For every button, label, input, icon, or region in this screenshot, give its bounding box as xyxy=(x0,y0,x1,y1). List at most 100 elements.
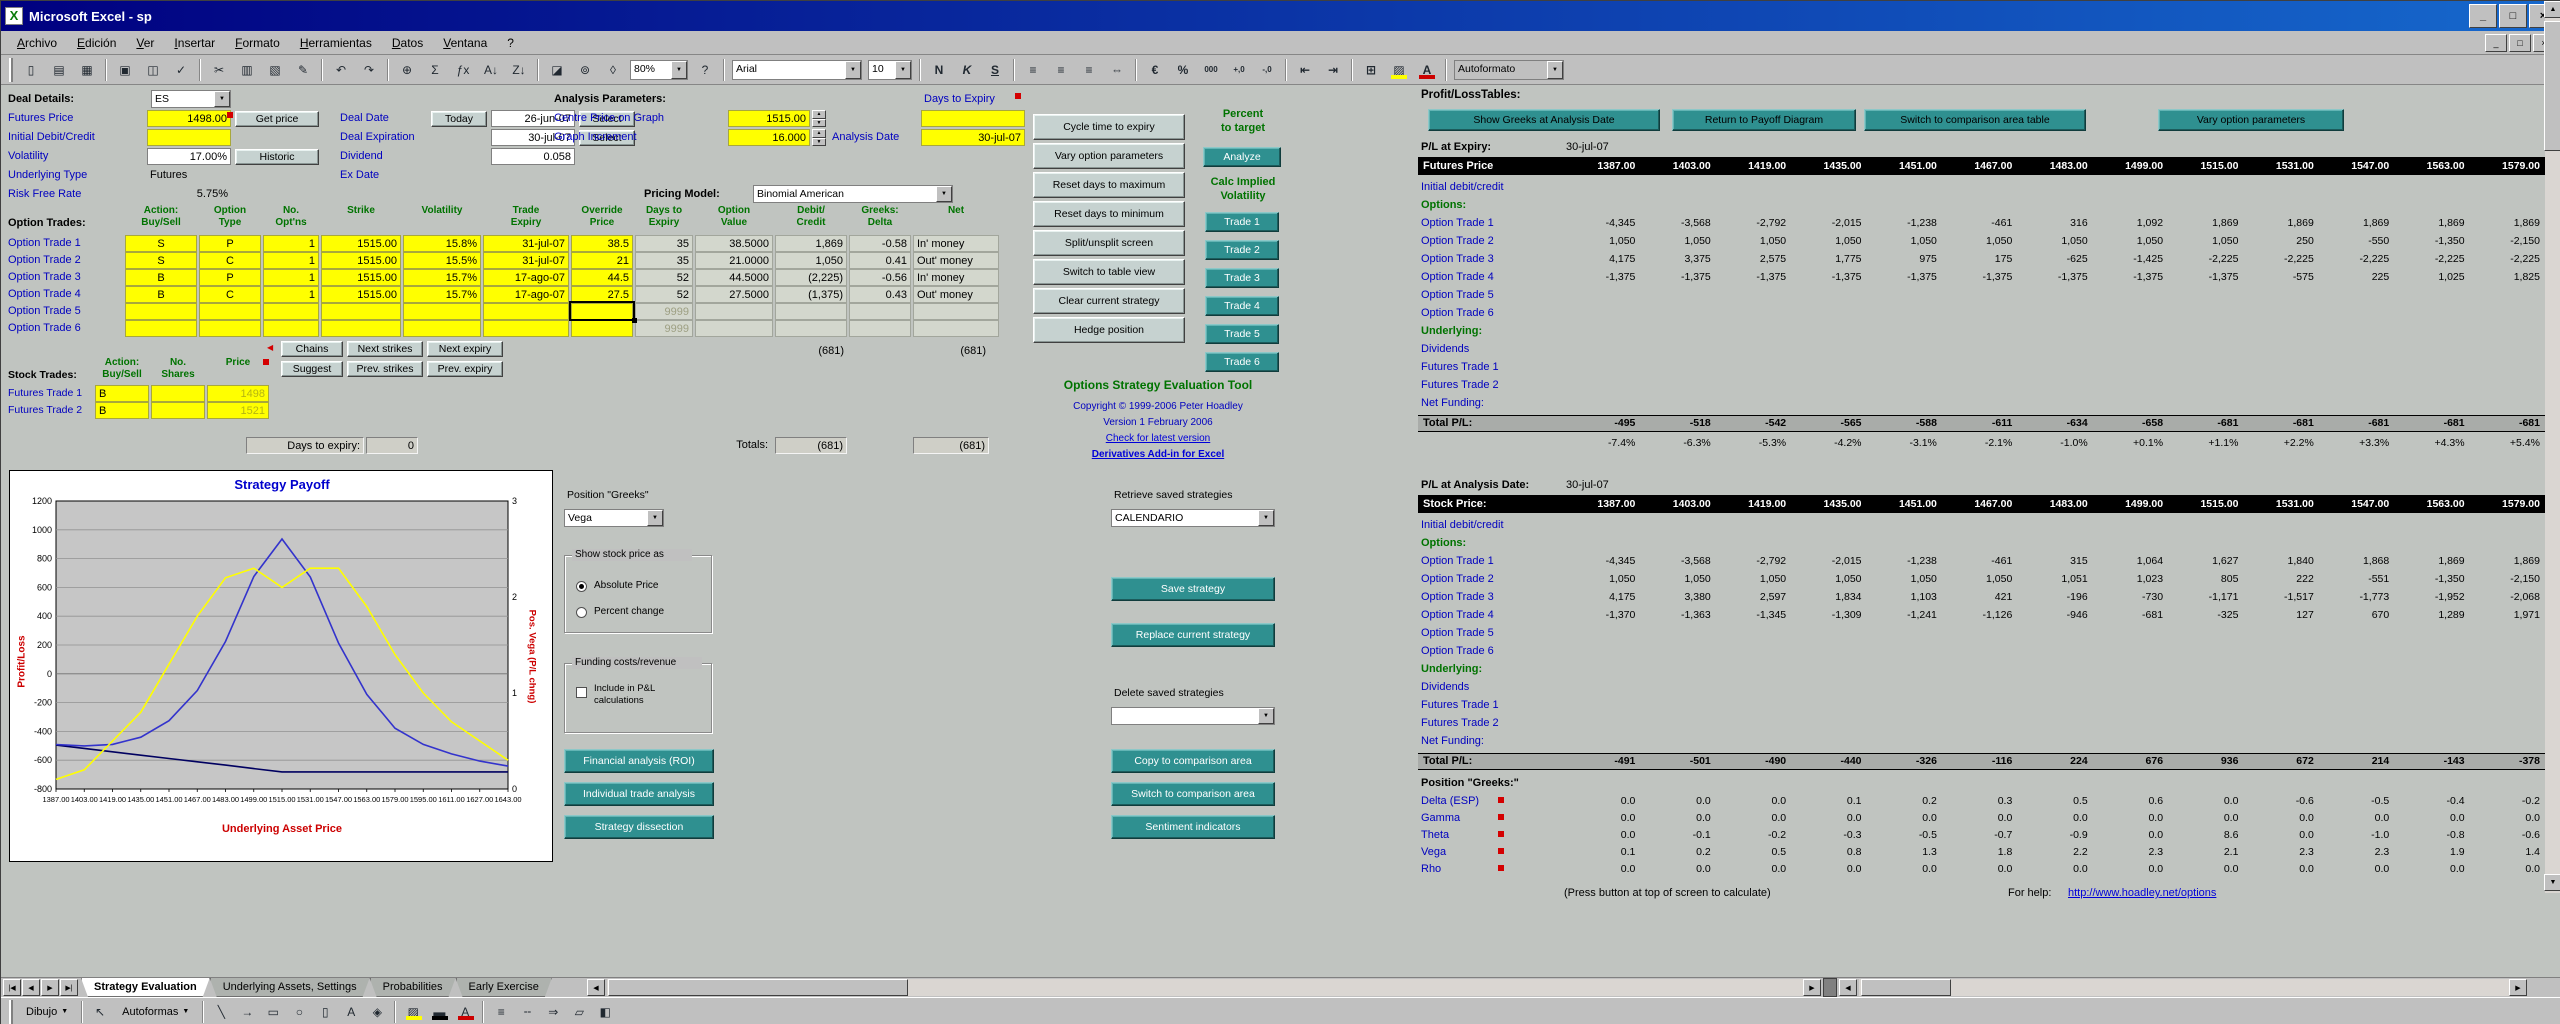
decrease-decimal-button[interactable]: -,0 xyxy=(1254,58,1280,82)
dibujo-menu-button[interactable]: Dibujo▼ xyxy=(17,1001,77,1023)
trade-cell-type[interactable]: C xyxy=(199,286,261,303)
map-icon[interactable]: ⊚ xyxy=(572,58,598,82)
rectangle-icon[interactable]: ▭ xyxy=(261,1001,285,1023)
borders-button[interactable]: ⊞ xyxy=(1358,58,1384,82)
align-right-button[interactable]: ≡ xyxy=(1076,58,1102,82)
deal-symbol-select[interactable]: ES▼ xyxy=(151,90,231,108)
toolbar-handle[interactable] xyxy=(9,58,13,82)
stock-cell-shares[interactable] xyxy=(151,402,205,419)
redo-icon[interactable]: ↷ xyxy=(356,58,382,82)
initial-debit-cell[interactable] xyxy=(147,129,231,146)
fill-color-icon[interactable]: ▨ xyxy=(401,1001,425,1023)
dropdown-arrow-icon[interactable]: ▼ xyxy=(647,510,663,526)
sheet-tab-underlying-assets-settings[interactable]: Underlying Assets, Settings xyxy=(210,978,370,997)
vary-option-parameters-button[interactable]: Vary option parameters xyxy=(2158,109,2344,131)
sentiment-indicators-button[interactable]: Sentiment indicators xyxy=(1111,815,1275,839)
spinner-control[interactable]: ▲▼ xyxy=(812,129,826,146)
undo-icon[interactable]: ↶ xyxy=(328,58,354,82)
trade-cell-num[interactable]: 1 xyxy=(263,252,319,269)
trade-cell-vol[interactable]: 15.7% xyxy=(403,269,481,286)
trade-cell-action[interactable]: B xyxy=(125,286,197,303)
trade-cell-type[interactable] xyxy=(199,320,261,337)
suggest-button[interactable]: Suggest xyxy=(281,361,343,377)
trade-cell-action[interactable]: S xyxy=(125,252,197,269)
trade-cell-num[interactable]: 1 xyxy=(263,235,319,252)
italic-button[interactable]: K xyxy=(954,58,980,82)
trade-cell-days[interactable]: 52 xyxy=(635,286,693,303)
font-color-icon[interactable]: A xyxy=(453,1001,477,1023)
line-icon[interactable]: ╲ xyxy=(209,1001,233,1023)
textbox-icon[interactable]: ▯ xyxy=(313,1001,337,1023)
trade-cell-vol[interactable] xyxy=(403,303,481,320)
trade-cell-days[interactable]: 52 xyxy=(635,269,693,286)
tab-last-button[interactable]: ▶| xyxy=(60,979,78,996)
zoom-select[interactable]: 80%▼ xyxy=(630,60,688,80)
copy-comparison-button[interactable]: Copy to comparison area xyxy=(1111,749,1275,773)
mid-button-5[interactable]: Switch to table view xyxy=(1033,259,1185,285)
days-to-expiry-cell[interactable] xyxy=(921,110,1025,127)
trade-cell-type[interactable] xyxy=(199,303,261,320)
shadow-icon[interactable]: ▱ xyxy=(567,1001,591,1023)
trade-cell-days[interactable]: 9999 xyxy=(635,320,693,337)
dropdown-arrow-icon[interactable]: ▼ xyxy=(895,61,911,79)
fill-color-button[interactable]: ▨ xyxy=(1386,58,1412,82)
percent-style-button[interactable]: % xyxy=(1170,58,1196,82)
vscroll-thumb[interactable] xyxy=(2544,21,2560,151)
trade-cell-greeks[interactable]: -0.58 xyxy=(849,235,911,252)
stock-cell-action[interactable]: B xyxy=(95,402,149,419)
dropdown-arrow-icon[interactable]: ▼ xyxy=(845,61,861,79)
line-color-icon[interactable]: ▬ xyxy=(427,1001,451,1023)
trade-cell-action[interactable] xyxy=(125,320,197,337)
dropdown-arrow-icon[interactable]: ▼ xyxy=(1258,708,1274,724)
autoformas-menu-button[interactable]: Autoformas▼ xyxy=(113,1001,198,1023)
trade-cell-greeks[interactable] xyxy=(849,320,911,337)
trade-cell-expiry[interactable]: 31-jul-07 xyxy=(483,252,569,269)
3d-icon[interactable]: ◧ xyxy=(593,1001,617,1023)
arrow-icon[interactable]: → xyxy=(235,1001,259,1023)
trade-5-button[interactable]: Trade 5 xyxy=(1205,324,1279,344)
line-style-icon[interactable]: ≡ xyxy=(489,1001,513,1023)
print-icon[interactable]: ▣ xyxy=(112,58,138,82)
vertical-scrollbar[interactable]: ▲▼ xyxy=(2545,1,2560,893)
minimize-button[interactable]: _ xyxy=(2469,4,2497,28)
spinner-down-icon[interactable]: ▼ xyxy=(812,119,826,128)
scroll-up-icon[interactable]: ▲ xyxy=(2544,1,2560,18)
chart-wizard-icon[interactable]: ◪ xyxy=(544,58,570,82)
wordart-icon[interactable]: A xyxy=(339,1001,363,1023)
dropdown-arrow-icon[interactable]: ▼ xyxy=(671,61,687,79)
hscroll2-track[interactable] xyxy=(1859,979,2509,996)
graph-increment-cell[interactable]: 16.000 xyxy=(728,129,810,146)
save-icon[interactable]: ▦ xyxy=(74,58,100,82)
trade-cell-vol[interactable]: 15.5% xyxy=(403,252,481,269)
scroll-down-icon[interactable]: ▼ xyxy=(2544,874,2560,891)
font-size-select[interactable]: 10▼ xyxy=(868,60,912,80)
comma-style-button[interactable]: 000 xyxy=(1198,58,1224,82)
dash-style-icon[interactable]: ╌ xyxy=(515,1001,539,1023)
mid-button-0[interactable]: Cycle time to expiry xyxy=(1033,114,1185,140)
derivatives-addin-link[interactable]: Derivatives Add-in for Excel xyxy=(1033,447,1283,461)
trade-cell-expiry[interactable]: 17-ago-07 xyxy=(483,269,569,286)
chains-button[interactable]: Chains xyxy=(281,341,343,357)
align-left-button[interactable]: ≡ xyxy=(1020,58,1046,82)
sheet-tab-probabilities[interactable]: Probabilities xyxy=(370,978,456,997)
replace-strategy-button[interactable]: Replace current strategy xyxy=(1111,623,1275,647)
trade-cell-days[interactable]: 35 xyxy=(635,235,693,252)
spinner-up-icon[interactable]: ▲ xyxy=(812,129,826,138)
stock-cell-action[interactable]: B xyxy=(95,385,149,402)
decrease-indent-button[interactable]: ⇤ xyxy=(1292,58,1318,82)
switch-comparison-table-button[interactable]: Switch to comparison area table xyxy=(1864,109,2086,131)
funding-checkbox[interactable] xyxy=(576,687,587,698)
trade-cell-num[interactable] xyxy=(263,303,319,320)
trade-cell-debit[interactable]: 1,050 xyxy=(775,252,847,269)
mid-button-6[interactable]: Clear current strategy xyxy=(1033,288,1185,314)
trade-cell-greeks[interactable]: 0.43 xyxy=(849,286,911,303)
open-file-icon[interactable]: ▤ xyxy=(46,58,72,82)
bold-button[interactable]: N xyxy=(926,58,952,82)
spinner-down-icon[interactable]: ▼ xyxy=(812,138,826,147)
spinner-control[interactable]: ▲▼ xyxy=(812,110,826,127)
radio-absolute-price[interactable] xyxy=(576,581,587,592)
trade-cell-value[interactable] xyxy=(695,320,773,337)
increase-indent-button[interactable]: ⇥ xyxy=(1320,58,1346,82)
help-link[interactable]: http://www.hoadley.net/options xyxy=(2065,885,2315,900)
mid-button-3[interactable]: Reset days to minimum xyxy=(1033,201,1185,227)
